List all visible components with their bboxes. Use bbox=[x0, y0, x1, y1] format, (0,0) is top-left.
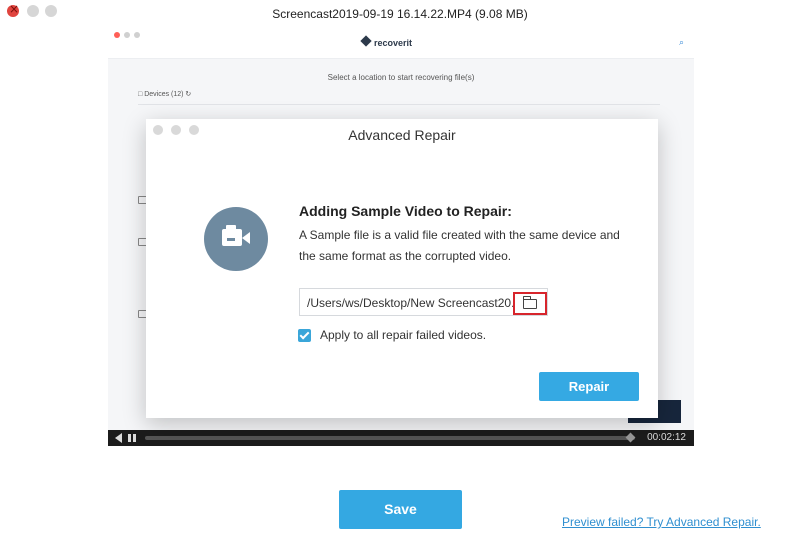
speaker-icon[interactable] bbox=[115, 433, 122, 443]
player-controls: 00:02:12 bbox=[108, 430, 694, 446]
try-advanced-repair-link[interactable]: Preview failed? Try Advanced Repair. bbox=[562, 515, 761, 529]
save-button[interactable]: Save bbox=[339, 490, 462, 529]
devices-divider bbox=[138, 104, 660, 105]
seek-bar[interactable] bbox=[145, 436, 635, 440]
advanced-repair-dialog: Advanced Repair Adding Sample Video to R… bbox=[146, 119, 658, 418]
window-titlebar: Screencast2019-09-19 16.14.22.MP4 (9.08 … bbox=[0, 0, 800, 28]
sample-path-field[interactable]: /Users/ws/Desktop/New Screencast20... bbox=[299, 288, 548, 316]
pause-icon[interactable] bbox=[128, 434, 136, 442]
playback-time: 00:02:12 bbox=[647, 432, 686, 443]
sample-description: A Sample file is a valid file created wi… bbox=[299, 228, 620, 263]
sample-heading: Adding Sample Video to Repair: bbox=[299, 203, 512, 219]
search-icon: ⌕ bbox=[678, 37, 684, 47]
camera-body bbox=[222, 229, 242, 246]
recoverit-titlebar: recoverit ⌕ bbox=[108, 28, 694, 59]
dialog-title: Advanced Repair bbox=[348, 127, 456, 143]
camera-lens bbox=[242, 232, 250, 244]
repair-button[interactable]: Repair bbox=[539, 372, 639, 401]
recoverit-logo-icon bbox=[360, 35, 372, 47]
browse-folder-button[interactable] bbox=[513, 292, 547, 315]
location-subtitle: Select a location to start recovering fi… bbox=[327, 73, 475, 82]
apply-all-label: Apply to all repair failed videos. bbox=[320, 328, 487, 342]
devices-count: Devices (12) bbox=[144, 91, 184, 98]
inner-close-dot bbox=[114, 32, 120, 38]
devices-label: □ Devices (12) ↻ bbox=[138, 91, 192, 98]
apply-all-checkbox[interactable] bbox=[298, 329, 311, 342]
recoverit-brand: recoverit bbox=[374, 38, 413, 48]
folder-icon bbox=[523, 296, 537, 309]
window-title: Screencast2019-09-19 16.14.22.MP4 (9.08 … bbox=[272, 7, 528, 21]
sample-path-text: /Users/ws/Desktop/New Screencast20... bbox=[307, 296, 522, 310]
camera-icon bbox=[204, 207, 268, 271]
seek-knob[interactable] bbox=[625, 432, 636, 443]
inner-max-dot bbox=[134, 32, 140, 38]
inner-min-dot bbox=[124, 32, 130, 38]
